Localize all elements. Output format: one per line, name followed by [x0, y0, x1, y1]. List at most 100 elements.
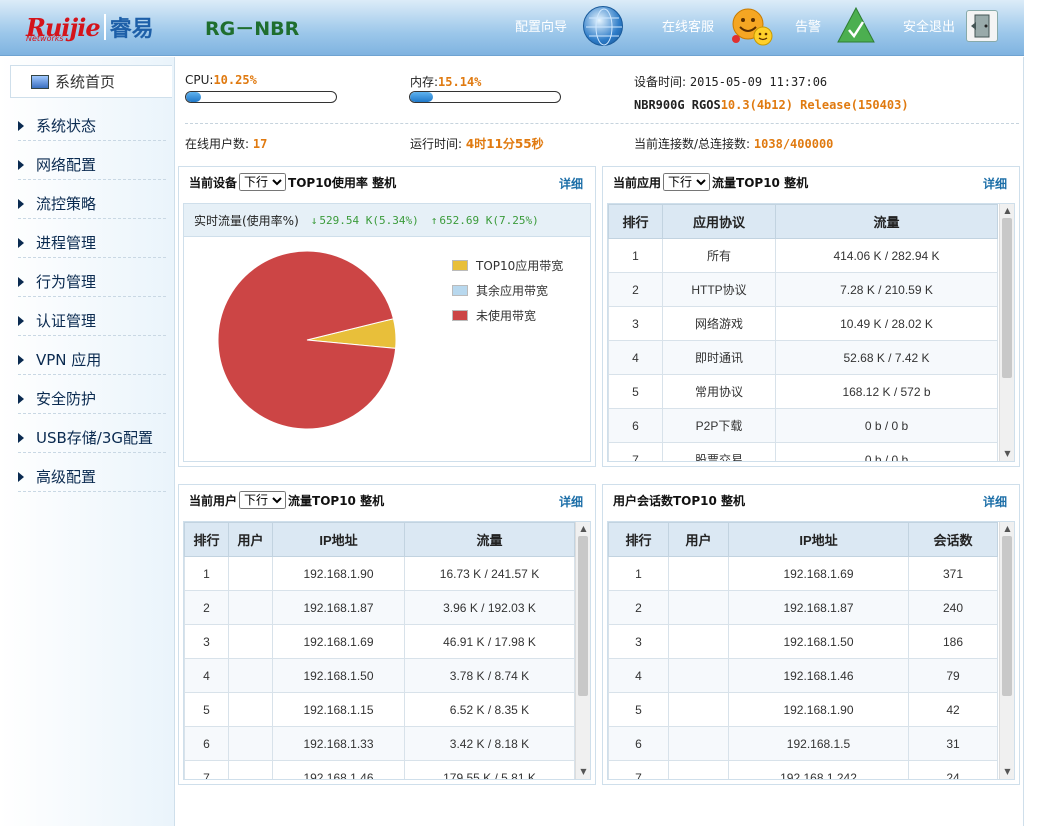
table-cell: 192.168.1.90 — [272, 556, 405, 591]
user-table-scrollbar[interactable]: ▲ ▼ — [575, 522, 590, 779]
triangle-right-icon — [18, 315, 24, 326]
legend-top10: TOP10应用带宽 — [452, 257, 563, 274]
user-direction-select[interactable]: 下行 — [239, 491, 287, 509]
table-row[interactable]: 3 192.168.1.50 186 — [608, 624, 998, 659]
table-cell — [228, 658, 273, 693]
legend-unused: 未使用带宽 — [452, 307, 536, 324]
table-row[interactable]: 4 即时通讯 52.68 K / 7.42 K — [608, 340, 998, 375]
sidebar-item-process[interactable]: 进程管理 — [18, 228, 166, 258]
scroll-down-icon[interactable]: ▼ — [1000, 447, 1014, 461]
session-table-wrap: 排行 用户 IP地址 会话数 1 192.168.1.69 371 2 192.168.… — [607, 521, 1015, 780]
sidebar-item-flow-control[interactable]: 流控策略 — [18, 189, 166, 219]
alarm-check-icon[interactable] — [836, 6, 876, 46]
app-traffic-panel: 当前应用 下行 流量TOP10 整机 详细 排行 应用协议 流量 1 所有 414.… — [602, 166, 1020, 467]
session-table-scrollbar[interactable]: ▲ ▼ — [999, 522, 1014, 779]
device-usage-panel: 当前设备 下行 TOP10使用率 整机 详细 实时流量(使用率%) ↓ 529.5… — [178, 166, 596, 467]
scroll-up-icon[interactable]: ▲ — [1000, 522, 1014, 536]
scroll-thumb[interactable] — [1002, 218, 1012, 378]
table-row[interactable]: 7 192.168.1.242 24 — [608, 760, 998, 779]
device-usage-header: 当前设备 下行 TOP10使用率 整机 详细 — [179, 167, 595, 197]
col-sessions: 会话数 — [908, 522, 998, 557]
logout-door-icon[interactable] — [966, 10, 998, 42]
table-row[interactable]: 5 192.168.1.90 42 — [608, 692, 998, 727]
session-panel: 用户会话数TOP10 整机 详细 排行 用户 IP地址 会话数 1 192.168… — [602, 484, 1020, 785]
app-traffic-title: 流量TOP10 整机 — [712, 175, 809, 190]
table-row[interactable]: 5 192.168.1.15 6.52 K / 8.35 K — [184, 692, 575, 727]
table-row[interactable]: 6 192.168.1.5 31 — [608, 726, 998, 761]
sidebar-item-home[interactable]: 系统首页 — [10, 65, 172, 98]
table-row[interactable]: 2 192.168.1.87 240 — [608, 590, 998, 625]
wizard-link[interactable]: 配置向导 — [515, 16, 567, 35]
globe-icon[interactable] — [583, 6, 623, 46]
table-cell: 6 — [184, 726, 229, 761]
session-header: 用户会话数TOP10 整机 详细 — [603, 485, 1019, 515]
table-cell: 0 b / 0 b — [775, 408, 998, 443]
table-row[interactable]: 7 192.168.1.46 179.55 K / 5.81 K — [184, 760, 575, 779]
table-row[interactable]: 4 192.168.1.50 3.78 K / 8.74 K — [184, 658, 575, 693]
triangle-right-icon — [18, 120, 24, 131]
table-row[interactable]: 7 股票交易 0 b / 0 b — [608, 442, 998, 461]
legend-label: TOP10应用带宽 — [476, 259, 564, 273]
table-cell: 192.168.1.46 — [272, 760, 405, 779]
scroll-up-icon[interactable]: ▲ — [576, 522, 590, 536]
scroll-thumb[interactable] — [1002, 536, 1012, 696]
logout-link[interactable]: 安全退出 — [903, 16, 955, 35]
sidebar-item-security[interactable]: 安全防护 — [18, 384, 166, 414]
pie-area: TOP10应用带宽 其余应用带宽 未使用带宽 — [183, 237, 591, 462]
sidebar-item-behavior[interactable]: 行为管理 — [18, 267, 166, 297]
table-cell: 79 — [908, 658, 998, 693]
user-traffic-rows: 1 192.168.1.90 16.73 K / 241.57 K 2 192.168.… — [184, 556, 575, 779]
table-cell — [228, 726, 273, 761]
sidebar-item-system-status[interactable]: 系统状态 — [18, 111, 166, 141]
ruijie-logo: Ruijie Networks 睿易 — [26, 10, 154, 44]
user-traffic-title: 流量TOP10 整机 — [288, 493, 385, 508]
app-traffic-detail-link[interactable]: 详细 — [983, 175, 1007, 192]
table-row[interactable]: 3 192.168.1.69 46.91 K / 17.98 K — [184, 624, 575, 659]
sidebar-item-label: USB存储/3G配置 — [36, 429, 154, 447]
table-row[interactable]: 6 192.168.1.33 3.42 K / 8.18 K — [184, 726, 575, 761]
device-usage-detail-link[interactable]: 详细 — [559, 175, 583, 192]
table-cell: 7 — [184, 760, 229, 779]
table-cell: 4 — [608, 658, 669, 693]
table-row[interactable]: 3 网络游戏 10.49 K / 28.02 K — [608, 306, 998, 341]
online-users-stat: 在线用户数: 17 — [185, 135, 267, 152]
scroll-thumb[interactable] — [578, 536, 588, 696]
table-row[interactable]: 2 192.168.1.87 3.96 K / 192.03 K — [184, 590, 575, 625]
table-row[interactable]: 5 常用协议 168.12 K / 572 b — [608, 374, 998, 409]
table-row[interactable]: 4 192.168.1.46 79 — [608, 658, 998, 693]
legend-label: 其余应用带宽 — [476, 284, 549, 298]
support-link[interactable]: 在线客服 — [662, 16, 714, 35]
table-row[interactable]: 1 192.168.1.69 371 — [608, 556, 998, 591]
session-detail-link[interactable]: 详细 — [983, 493, 1007, 510]
smiley-support-icon[interactable] — [730, 6, 774, 46]
device-direction-select[interactable]: 下行 — [239, 173, 287, 191]
sidebar-item-auth[interactable]: 认证管理 — [18, 306, 166, 336]
app-direction-select[interactable]: 下行 — [663, 173, 711, 191]
table-row[interactable]: 1 192.168.1.90 16.73 K / 241.57 K — [184, 556, 575, 591]
table-row[interactable]: 2 HTTP协议 7.28 K / 210.59 K — [608, 272, 998, 307]
user-traffic-detail-link[interactable]: 详细 — [559, 493, 583, 510]
sidebar-item-advanced[interactable]: 高级配置 — [18, 462, 166, 492]
table-cell: 192.168.1.87 — [272, 590, 405, 625]
scroll-down-icon[interactable]: ▼ — [1000, 765, 1014, 779]
realtime-flow-bar: 实时流量(使用率%) ↓ 529.54 K(5.34%) ↑ 652.69 K(7.… — [183, 203, 591, 237]
sidebar-item-usb-3g[interactable]: USB存储/3G配置 — [18, 423, 166, 453]
scroll-down-icon[interactable]: ▼ — [576, 765, 590, 779]
scroll-up-icon[interactable]: ▲ — [1000, 204, 1014, 218]
table-cell: 6.52 K / 8.35 K — [404, 692, 575, 727]
col-user: 用户 — [668, 522, 729, 557]
table-cell: 0 b / 0 b — [775, 442, 998, 461]
table-row[interactable]: 6 P2P下载 0 b / 0 b — [608, 408, 998, 443]
sidebar-item-network[interactable]: 网络配置 — [18, 150, 166, 180]
sidebar-item-vpn[interactable]: VPN 应用 — [18, 345, 166, 375]
triangle-right-icon — [18, 354, 24, 365]
app-table-scrollbar[interactable]: ▲ ▼ — [999, 204, 1014, 461]
table-cell: 6 — [608, 408, 663, 443]
table-row[interactable]: 1 所有 414.06 K / 282.94 K — [608, 238, 998, 273]
table-cell: 7.28 K / 210.59 K — [775, 272, 998, 307]
uptime-label: 运行时间: — [410, 137, 463, 151]
table-cell: 3.78 K / 8.74 K — [404, 658, 575, 693]
alarm-link[interactable]: 告警 — [795, 16, 821, 35]
table-cell: 192.168.1.33 — [272, 726, 405, 761]
device-time-value: 2015-05-09 11:37:06 — [689, 75, 828, 89]
